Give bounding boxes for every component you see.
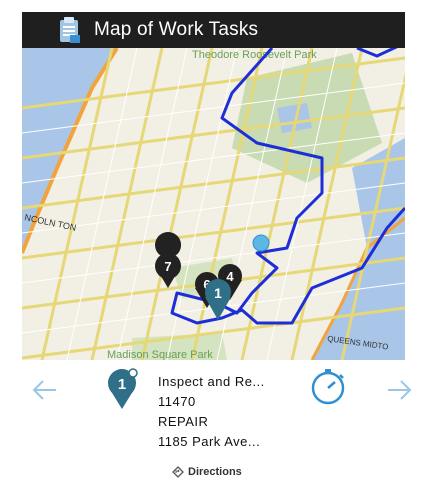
task-details[interactable]: Inspect and Re... 11470 REPAIR 1185 Park… bbox=[158, 372, 303, 452]
current-location-dot bbox=[252, 234, 270, 252]
stopwatch-icon[interactable] bbox=[308, 366, 348, 406]
arrow-right-icon[interactable] bbox=[386, 376, 414, 404]
svg-text:1: 1 bbox=[118, 376, 126, 393]
directions-icon bbox=[172, 466, 184, 478]
task-address: 1185 Park Ave... bbox=[158, 434, 261, 449]
app-bar: Map of Work Tasks bbox=[22, 12, 405, 48]
task-title: Inspect and Re... bbox=[158, 374, 265, 389]
arrow-left-icon[interactable] bbox=[30, 376, 58, 404]
map-label-park-top: Theodore Roosevelt Park bbox=[192, 49, 317, 61]
task-card: 1 Inspect and Re... 11470 REPAIR 1185 Pa… bbox=[22, 360, 412, 481]
task-id: 11470 bbox=[158, 394, 196, 409]
directions-label: Directions bbox=[188, 466, 242, 478]
svg-text:1: 1 bbox=[214, 285, 222, 301]
directions-button[interactable]: Directions bbox=[172, 466, 242, 478]
svg-text:7: 7 bbox=[164, 259, 171, 274]
task-pin-icon: 1 bbox=[108, 368, 138, 409]
task-type: REPAIR bbox=[158, 414, 209, 429]
svg-text:4: 4 bbox=[226, 269, 234, 284]
map-view[interactable]: Theodore Roosevelt Park NCOLN TON Madiso… bbox=[22, 48, 405, 360]
route-line-top bbox=[356, 48, 398, 58]
clipboard-icon[interactable] bbox=[54, 15, 84, 45]
map-label-park-bottom: Madison Square Park bbox=[107, 349, 213, 360]
page-title: Map of Work Tasks bbox=[94, 19, 259, 40]
